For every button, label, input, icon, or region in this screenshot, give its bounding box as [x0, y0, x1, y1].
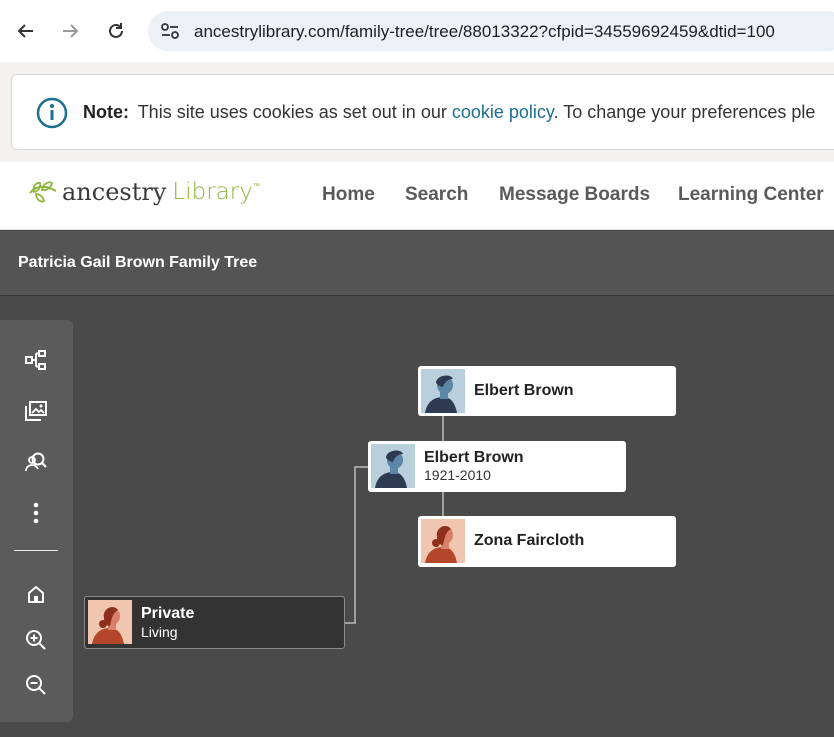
address-bar[interactable]: ancestrylibrary.com/family-tree/tree/880…: [148, 11, 834, 51]
find-person-button[interactable]: [22, 448, 50, 476]
logo-library-text: Library: [172, 179, 253, 205]
back-arrow-icon: [17, 24, 33, 38]
cookie-banner: Note: This site uses cookies as set out …: [11, 74, 834, 150]
zoom-out-icon: [26, 675, 46, 695]
forward-arrow-icon: [63, 24, 79, 38]
site-header: ancestry Library ™ Home Search Message B…: [0, 162, 834, 230]
connector-line: [354, 467, 356, 624]
tree-canvas[interactable]: [0, 296, 834, 737]
person-card-root[interactable]: Private Living: [84, 596, 345, 649]
tree-view-button[interactable]: [22, 346, 50, 374]
cookie-policy-link[interactable]: cookie policy: [452, 102, 554, 122]
cookie-banner-container: Note: This site uses cookies as set out …: [0, 62, 834, 162]
nav-learning-center[interactable]: Learning Center: [678, 184, 824, 206]
connector-line: [442, 492, 444, 516]
site-settings-icon[interactable]: [160, 22, 180, 40]
reload-button[interactable]: [102, 17, 130, 45]
info-icon: [36, 97, 68, 129]
browser-toolbar: ancestrylibrary.com/family-tree/tree/880…: [0, 0, 834, 62]
tree-view-icon: [25, 350, 46, 370]
cookie-text-after: . To change your preferences ple: [553, 102, 816, 122]
url-text[interactable]: ancestrylibrary.com/family-tree/tree/880…: [194, 22, 775, 42]
nav-message-boards[interactable]: Message Boards: [499, 184, 650, 206]
person-dates: Living: [141, 624, 178, 640]
male-avatar-icon: [371, 444, 415, 488]
female-avatar-icon: [421, 519, 465, 563]
person-name: Private: [141, 605, 195, 622]
person-name: Elbert Brown: [474, 382, 574, 399]
zoom-in-button[interactable]: [22, 626, 50, 654]
nav-home[interactable]: Home: [322, 184, 375, 206]
logo-ancestry-text: ancestry: [62, 178, 167, 206]
home-button[interactable]: [22, 580, 50, 608]
media-gallery-button[interactable]: [22, 397, 50, 425]
tree-title[interactable]: Patricia Gail Brown Family Tree: [18, 254, 257, 272]
more-options-button[interactable]: [22, 499, 50, 527]
toolbar-divider: [14, 550, 58, 551]
person-name: Zona Faircloth: [474, 532, 585, 549]
person-name: Elbert Brown: [424, 449, 524, 466]
ancestry-library-logo[interactable]: ancestry Library ™: [28, 178, 260, 206]
leaf-logo-icon: [29, 181, 57, 203]
forward-button[interactable]: [56, 17, 84, 45]
cookie-text-before: This site uses cookies as set out in our: [137, 102, 452, 122]
person-card-paternal-grandmother[interactable]: Zona Faircloth: [418, 516, 676, 567]
find-person-icon: [25, 452, 47, 472]
nav-search[interactable]: Search: [405, 184, 468, 206]
zoom-out-button[interactable]: [22, 671, 50, 699]
connector-line: [442, 416, 444, 441]
person-dates: 1921-2010: [424, 467, 491, 483]
male-avatar-icon: [421, 369, 465, 413]
cookie-message: Note: This site uses cookies as set out …: [83, 102, 815, 123]
logo-trademark: ™: [252, 182, 260, 190]
connector-line: [354, 466, 369, 468]
home-icon: [28, 586, 44, 603]
tree-toolbar: [0, 320, 73, 722]
more-options-icon: [33, 502, 39, 524]
female-avatar-icon: [88, 600, 132, 644]
back-button[interactable]: [12, 17, 40, 45]
person-card-paternal-grandfather[interactable]: Elbert Brown: [418, 366, 676, 416]
media-gallery-icon: [25, 401, 47, 421]
person-card-father[interactable]: Elbert Brown 1921-2010: [368, 441, 626, 492]
cookie-note-label: Note:: [83, 102, 129, 122]
tree-title-bar: Patricia Gail Brown Family Tree: [0, 231, 834, 295]
zoom-in-icon: [26, 630, 46, 650]
reload-icon: [109, 23, 123, 38]
